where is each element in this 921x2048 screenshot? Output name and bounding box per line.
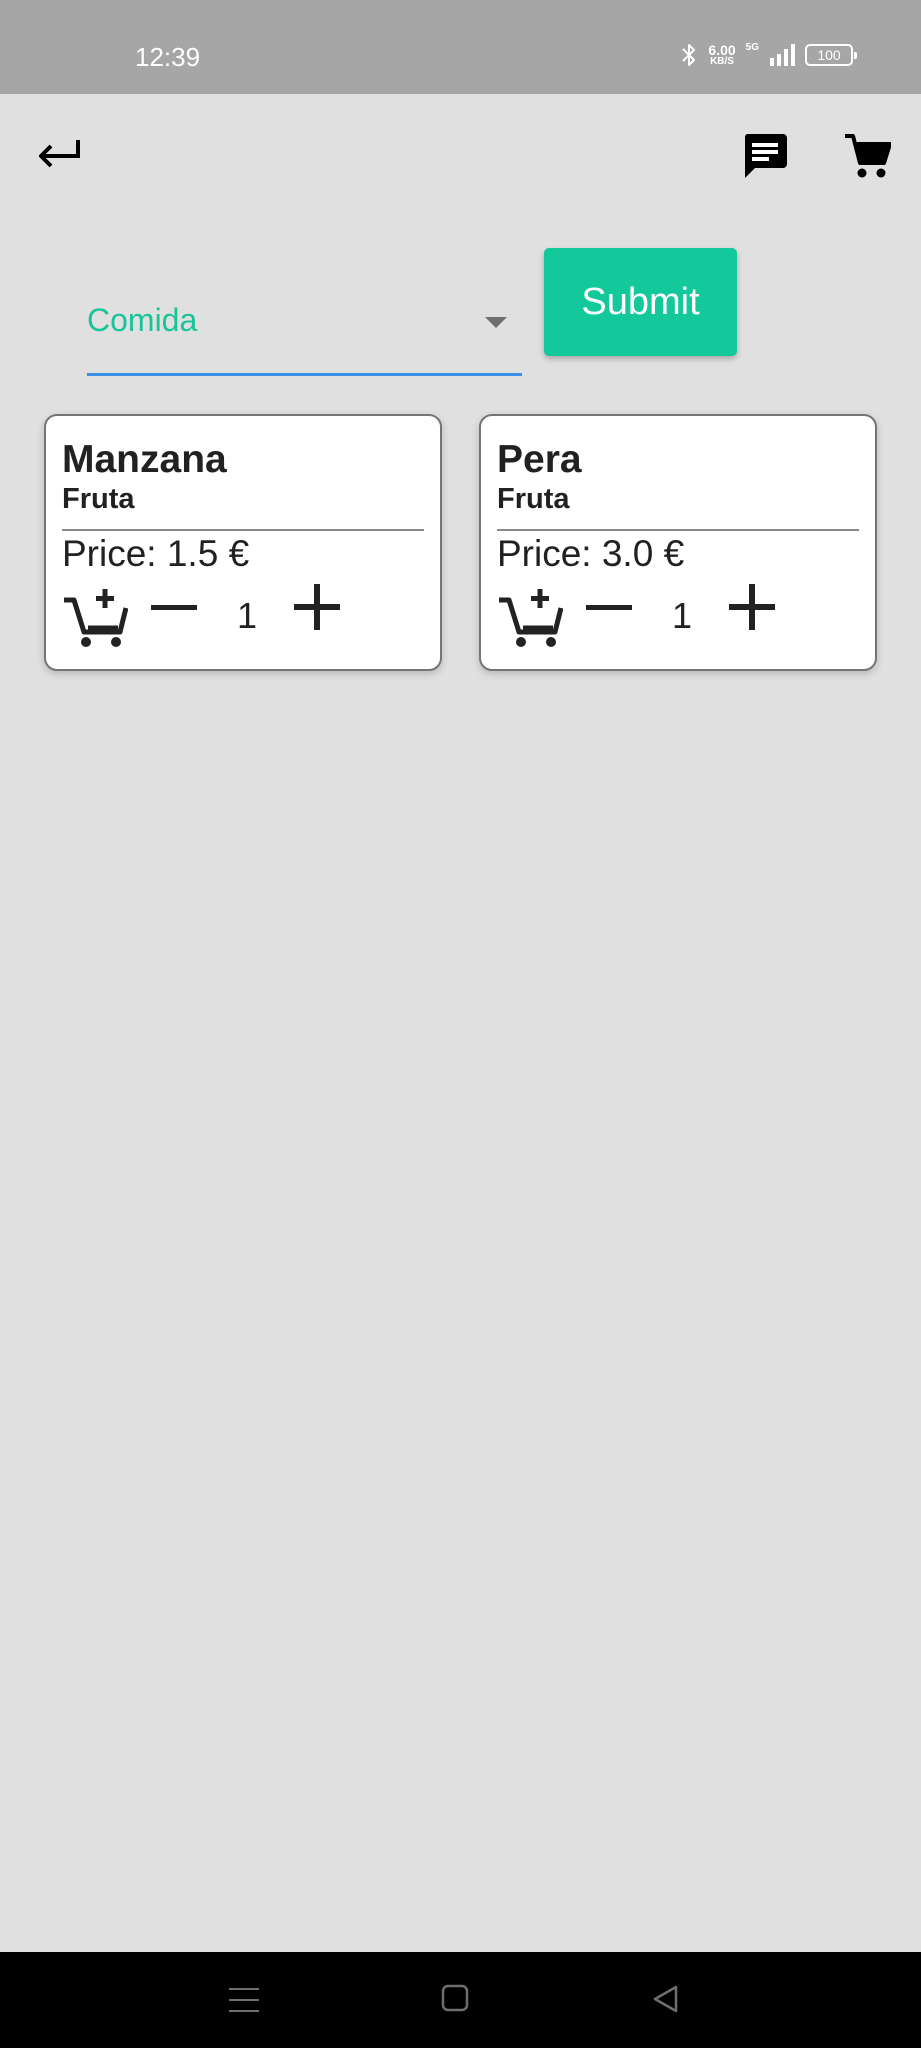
submit-button[interactable]: Submit [544, 248, 737, 356]
signal-icon [769, 44, 795, 66]
status-bar: 12:39 6.00 KB/S 5G 100 [0, 0, 921, 94]
menu-icon[interactable] [229, 1985, 259, 2015]
home-icon[interactable] [441, 1984, 469, 2012]
product-price: Price: 1.5 € [62, 533, 250, 574]
product-card-manzana: Manzana Fruta Price: 1.5 € 1 [44, 414, 442, 671]
network-speed: 6.00 KB/S [708, 43, 735, 67]
decrease-quantity-icon[interactable] [149, 582, 199, 632]
category-dropdown[interactable]: Comida [87, 280, 522, 376]
divider [62, 529, 424, 531]
chat-icon[interactable] [741, 132, 789, 180]
product-actions: 1 [62, 582, 362, 648]
product-category: Fruta [497, 483, 570, 515]
product-price: Price: 3.0 € [497, 533, 685, 574]
network-speed-unit: KB/S [710, 56, 734, 67]
divider [497, 529, 859, 531]
back-arrow-icon[interactable] [36, 136, 82, 172]
add-to-cart-icon[interactable] [62, 582, 128, 648]
bluetooth-icon [680, 42, 698, 68]
decrease-quantity-icon[interactable] [584, 582, 634, 632]
increase-quantity-icon[interactable] [727, 582, 777, 632]
status-time: 12:39 [135, 42, 201, 72]
product-name: Manzana [62, 438, 227, 481]
quantity-value: 1 [236, 595, 258, 636]
product-card-pera: Pera Fruta Price: 3.0 € 1 [479, 414, 877, 671]
increase-quantity-icon[interactable] [292, 582, 342, 632]
status-icons: 6.00 KB/S 5G 100 [680, 42, 857, 68]
product-category: Fruta [62, 483, 135, 515]
network-type: 5G [745, 42, 759, 53]
category-selected-value: Comida [87, 302, 198, 338]
battery-icon: 100 [805, 44, 857, 66]
product-name: Pera [497, 438, 582, 481]
add-to-cart-icon[interactable] [497, 582, 563, 648]
back-icon[interactable] [651, 1984, 679, 2014]
dropdown-arrow-icon [485, 317, 507, 328]
system-nav-bar [0, 1952, 921, 2048]
battery-level: 100 [817, 47, 841, 63]
network-speed-value: 6.00 [708, 42, 736, 58]
cart-icon[interactable] [843, 132, 891, 180]
product-actions: 1 [497, 582, 797, 648]
quantity-value: 1 [671, 595, 693, 636]
